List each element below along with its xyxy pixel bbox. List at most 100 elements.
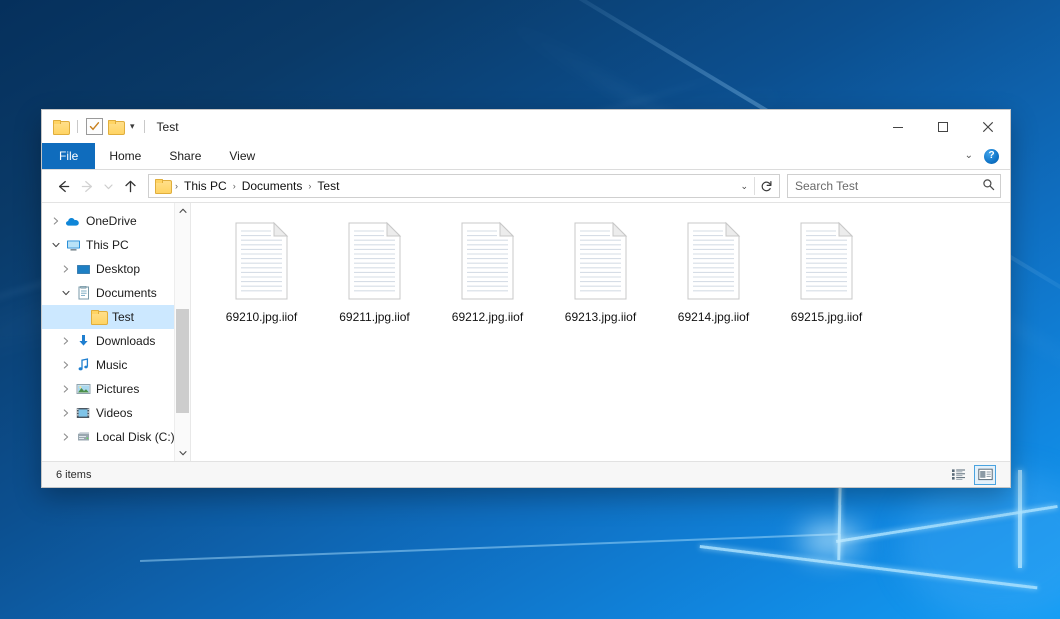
chevron-right-icon[interactable] (48, 217, 64, 225)
tab-view[interactable]: View (215, 143, 269, 169)
large-icons-view-button[interactable] (974, 465, 996, 485)
sidebar-item-test[interactable]: Test (42, 305, 190, 329)
sidebar-item-local-disk-c[interactable]: Local Disk (C:) (42, 425, 190, 449)
sidebar-label: Downloads (92, 334, 155, 348)
new-folder-icon[interactable] (108, 120, 124, 134)
file-item[interactable]: 69210.jpg.iiof (205, 219, 318, 324)
music-note-icon (74, 358, 92, 372)
folder-icon (90, 310, 108, 324)
file-item[interactable]: 69214.jpg.iiof (657, 219, 770, 324)
refresh-icon[interactable] (755, 180, 777, 193)
close-button[interactable] (965, 110, 1010, 143)
search-icon[interactable] (982, 178, 995, 194)
status-bar: 6 items (42, 461, 1010, 487)
generic-document-icon (795, 221, 859, 301)
scroll-up-arrow-icon[interactable] (179, 203, 187, 219)
chevron-down-icon[interactable] (58, 289, 74, 297)
breadcrumb-documents[interactable]: Documents (237, 179, 308, 193)
file-list-view[interactable]: 69210.jpg.iiof (191, 203, 1010, 461)
customize-quick-access-caret[interactable]: ▾ (129, 122, 136, 131)
sidebar-item-onedrive[interactable]: OneDrive (42, 209, 190, 233)
sidebar-item-this-pc[interactable]: This PC (42, 233, 190, 257)
file-name: 69211.jpg.iiof (339, 310, 410, 324)
sidebar-item-downloads[interactable]: Downloads (42, 329, 190, 353)
sidebar-label: Desktop (92, 262, 140, 276)
chevron-right-icon[interactable] (58, 433, 74, 441)
sidebar-item-music[interactable]: Music (42, 353, 190, 377)
tab-home[interactable]: Home (95, 143, 155, 169)
forward-arrow-icon (75, 174, 99, 198)
chevron-right-icon[interactable] (58, 409, 74, 417)
file-name: 69215.jpg.iiof (791, 310, 862, 324)
sidebar-item-desktop[interactable]: Desktop (42, 257, 190, 281)
sidebar-item-videos[interactable]: Videos (42, 401, 190, 425)
help-icon[interactable]: ? (984, 149, 999, 164)
scrollbar-thumb[interactable] (176, 309, 189, 413)
generic-document-icon (230, 221, 294, 301)
file-grid: 69210.jpg.iiof (205, 219, 1010, 324)
file-item[interactable]: 69212.jpg.iiof (431, 219, 544, 324)
sidebar-label: OneDrive (82, 214, 137, 228)
sidebar-item-documents[interactable]: Documents (42, 281, 190, 305)
address-dropdown-caret[interactable]: ⌄ (734, 181, 754, 192)
window-title: Test (157, 120, 179, 134)
wallpaper-glow (900, 470, 1060, 619)
file-explorer-window: ▾ Test File Home Share View (42, 110, 1010, 487)
item-count-label: 6 items (50, 469, 91, 481)
breadcrumb-test[interactable]: Test (312, 179, 344, 193)
up-arrow-icon[interactable] (118, 174, 142, 198)
recent-locations-caret[interactable] (99, 174, 118, 198)
file-name: 69213.jpg.iiof (565, 310, 636, 324)
generic-document-icon (682, 221, 746, 301)
maximize-button[interactable] (920, 110, 965, 143)
desktop-background: ▾ Test File Home Share View (0, 0, 1060, 619)
sidebar-label: Music (92, 358, 127, 372)
folder-tree: OneDrive This PC (42, 203, 190, 449)
view-mode-buttons (947, 465, 1002, 485)
chevron-right-icon[interactable] (58, 265, 74, 273)
windows-logo-glow (800, 525, 860, 555)
ribbon-tabs: File Home Share View ⌄ ? (42, 143, 1010, 170)
hard-drive-icon (74, 431, 92, 443)
tab-share[interactable]: Share (155, 143, 215, 169)
sidebar-label: Documents (92, 286, 157, 300)
quick-access-toolbar: ▾ (42, 118, 148, 135)
file-name: 69210.jpg.iiof (226, 310, 297, 324)
windows-logo-beam (700, 545, 1038, 589)
windows-logo-beam (1018, 470, 1022, 568)
chevron-right-icon[interactable] (58, 337, 74, 345)
sidebar-label: Test (108, 310, 134, 324)
expand-ribbon-caret[interactable]: ⌄ (965, 151, 973, 161)
file-item[interactable]: 69215.jpg.iiof (770, 219, 883, 324)
file-name: 69214.jpg.iiof (678, 310, 749, 324)
documents-icon (74, 286, 92, 300)
generic-document-icon (569, 221, 633, 301)
file-item[interactable]: 69211.jpg.iiof (318, 219, 431, 324)
file-item[interactable]: 69213.jpg.iiof (544, 219, 657, 324)
minimize-button[interactable] (875, 110, 920, 143)
breadcrumb-this-pc[interactable]: This PC (179, 179, 232, 193)
back-arrow-icon[interactable] (51, 174, 75, 198)
explorer-body: OneDrive This PC (42, 202, 1010, 461)
search-input[interactable]: Search Test (787, 174, 1001, 198)
this-pc-monitor-icon (64, 239, 82, 252)
pictures-icon (74, 383, 92, 395)
chevron-right-icon[interactable] (58, 361, 74, 369)
navigation-pane-scrollbar[interactable] (174, 203, 190, 461)
details-view-button[interactable] (947, 465, 969, 485)
address-bar[interactable]: › This PC › Documents › Test ⌄ (148, 174, 780, 198)
scrollbar-track[interactable] (175, 219, 190, 445)
chevron-down-icon[interactable] (48, 241, 64, 249)
sidebar-item-pictures[interactable]: Pictures (42, 377, 190, 401)
folder-icon[interactable] (53, 120, 69, 134)
title-bar: ▾ Test (42, 110, 1010, 143)
ribbon-right-controls: ⌄ ? (965, 143, 1010, 169)
navigation-pane: OneDrive This PC (42, 203, 191, 461)
scroll-down-arrow-icon[interactable] (179, 445, 187, 461)
sidebar-label: Videos (92, 406, 132, 420)
generic-document-icon (343, 221, 407, 301)
properties-icon[interactable] (86, 118, 103, 135)
tab-file[interactable]: File (42, 143, 95, 169)
desktop-icon (74, 263, 92, 276)
chevron-right-icon[interactable] (58, 385, 74, 393)
